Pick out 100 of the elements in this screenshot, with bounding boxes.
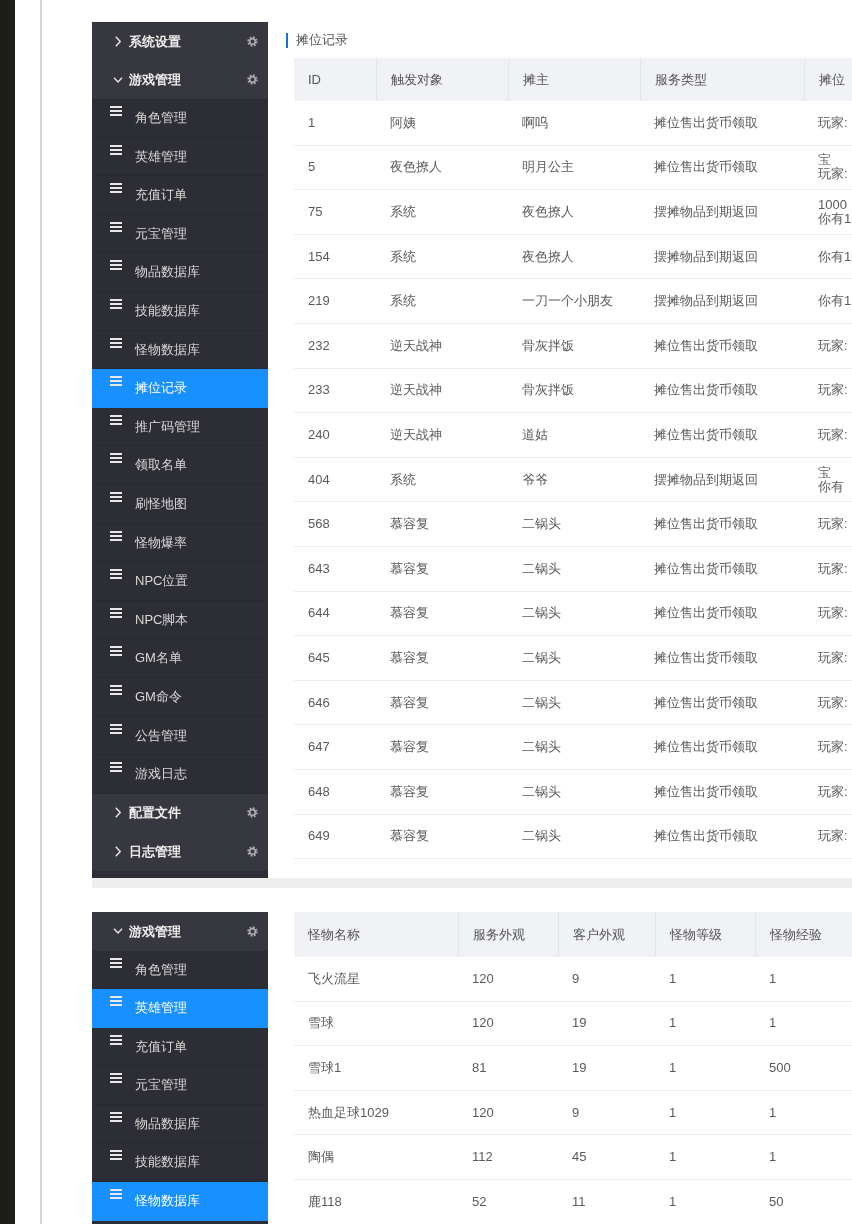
cell-text: 玩家: [818,783,848,800]
column-header: 怪物经验 [755,912,852,957]
cell-text: 19 [572,1015,587,1032]
menu-icon [110,1189,122,1200]
cell-text: 11 [572,1193,586,1210]
cell-text: 摆摊物品到期返回 [654,293,758,310]
cell-text: 二锅头 [522,783,561,800]
menu-icon [110,491,122,502]
cell-text: 二锅头 [522,694,561,711]
menu-icon [110,1150,122,1161]
cell-text: 系统 [390,471,416,488]
cell-text: 慕容复 [390,605,429,622]
cell-text: 玩家: [818,114,848,131]
cell-text: 玩家: [818,167,848,182]
column-header: 触发对象 [376,58,508,101]
sidebar-group-header[interactable]: 配置文件 [92,793,268,833]
cell-text: 慕容复 [390,828,429,845]
section-title: 摊位记录 [296,31,348,50]
gear-icon [247,845,258,857]
menu-icon [110,684,122,695]
cell-text: 二锅头 [522,739,561,756]
cell-text: 玩家: [818,426,848,443]
menu-icon [110,1073,122,1084]
cell-text: 1 [669,1015,677,1032]
cell-text: 9 [572,1104,580,1121]
cell-text: 玩家: [818,694,848,711]
cell-text: 玩家: [818,739,848,756]
cell-text: 摊位售出货币领取 [654,828,758,845]
menu-icon [110,453,122,464]
menu-icon [110,106,122,116]
menu-icon [110,221,122,232]
sidebar-group-header[interactable]: 日志管理 [92,832,268,871]
menu-icon [110,569,122,580]
cell-text: 二锅头 [522,828,561,845]
cell-text: 1 [769,1015,777,1032]
menu-icon [110,260,122,271]
cell-text: 宝 [818,153,831,168]
cell-text: 50 [769,1193,784,1210]
cell-text: 647 [308,739,330,756]
cell-text: 慕容复 [390,783,429,800]
gear-icon [247,807,258,819]
cell-text: 夜色撩人 [522,204,574,220]
cell-text: 1 [669,1060,677,1076]
cell-text: 慕容复 [390,694,429,711]
cell-text: 1 [669,970,677,987]
cell-text: 陶偶 [308,1149,334,1166]
cell-text: 骨灰拌饭 [522,382,574,399]
column-header: 摊主 [508,58,640,101]
sidebar-group-header[interactable]: 游戏管理 [92,912,268,951]
cell-text: 120 [472,1104,494,1121]
cell-text: 112 [472,1149,493,1166]
menu-icon [110,183,122,194]
cell-text: 120 [472,1015,494,1032]
cell-text: 1 [769,1104,777,1121]
cell-text: 649 [308,828,330,845]
column-header: 服务外观 [458,912,558,957]
cell-text: 500 [769,1060,791,1076]
cell-text: 1 [669,1193,677,1210]
cell-text: 1 [769,1149,777,1166]
cell-text: 摊位售出货币领取 [654,516,758,533]
cell-text: 慕容复 [390,649,429,666]
cell-text: 骨灰拌饭 [522,337,574,354]
cell-text: 1000 [818,198,847,212]
sidebar-group-header[interactable]: 系统设置 [92,22,268,61]
cell-text: 道姑 [522,426,548,443]
cell-text: 摊位售出货币领取 [654,649,758,666]
cell-text: 二锅头 [522,560,561,577]
menu-icon [110,376,122,387]
cell-text: 逆天战神 [390,426,442,443]
cell-text: 雪球 [308,1015,334,1032]
cell-text: 系统 [390,293,416,310]
menu-icon [110,414,122,425]
cell-text: 摊位售出货币领取 [654,783,758,800]
cell-text: 摊位售出货币领取 [654,337,758,354]
cell-text: 240 [308,426,330,443]
cell-text: 摊位售出货币领取 [654,159,758,176]
cell-text: 慕容复 [390,560,429,577]
cell-text: 摊位售出货币领取 [654,382,758,399]
cell-text: 1 [308,114,316,131]
menu-icon [110,1034,122,1045]
cell-text: 1 [669,1149,677,1166]
cell-text: 玩家: [818,605,848,622]
menu-icon [110,337,122,348]
cell-text: 你有1 [818,212,852,226]
cell-text: 52 [472,1193,487,1210]
sidebar-group-header[interactable]: 游戏管理 [92,60,268,99]
cell-text: 你有1 [818,248,852,265]
cell-text: 逆天战神 [390,382,442,399]
cell-text: 75 [308,204,323,220]
cell-text: 568 [308,516,330,533]
scrollbar-track[interactable] [92,878,852,888]
cell-text: 热血足球1029 [308,1104,389,1121]
cell-text: 45 [572,1149,587,1166]
cell-text: 644 [308,605,330,622]
cell-text: 一刀一个小朋友 [522,293,613,310]
cell-text: 摊位售出货币领取 [654,114,758,131]
cell-text: 646 [308,694,330,711]
cell-text: 5 [308,159,316,176]
cell-text: 慕容复 [390,516,429,533]
cell-text: 阿姨 [390,114,416,131]
